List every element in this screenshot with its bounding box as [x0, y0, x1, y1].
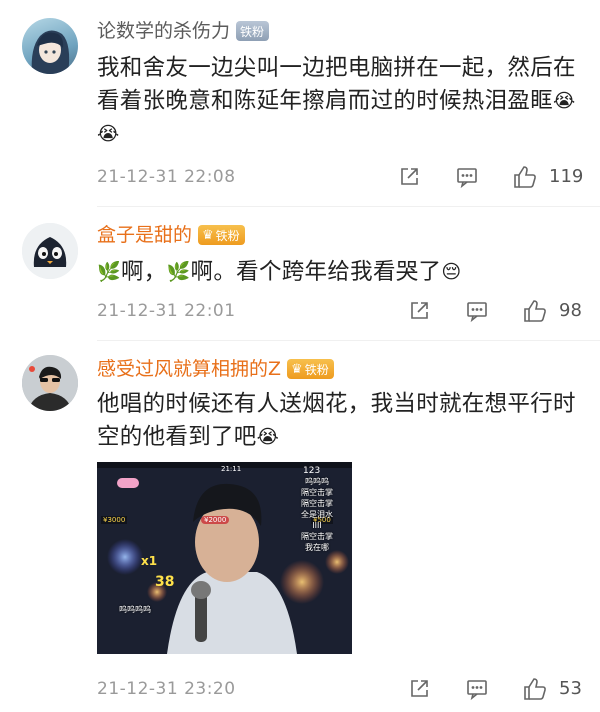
- comment-meta: 21-12-31 22:08 119: [97, 163, 587, 191]
- barrage-column: 呜呜呜 隔空击掌 隔空击掌 全是泪水 IIII 隔空击掌 我在哪: [287, 476, 347, 553]
- badge-label: 铁粉: [304, 362, 329, 377]
- share-icon[interactable]: [407, 677, 431, 701]
- share-icon[interactable]: [397, 165, 421, 189]
- live-badge: [117, 478, 139, 488]
- barrage-line: 呜呜呜: [305, 477, 329, 486]
- comment-icon[interactable]: [455, 165, 479, 189]
- timestamp: 21-12-31 23:20: [97, 679, 236, 699]
- gift-price: ¥2000: [201, 516, 230, 524]
- username[interactable]: 论数学的杀伤力: [97, 17, 230, 45]
- video-thumbnail[interactable]: 21:11 123 ¥3000 ¥2000 ¥500 x1 38 呜呜呜 隔空击…: [97, 462, 352, 654]
- barrage-line: 全是泪水: [301, 510, 333, 519]
- like-icon[interactable]: [513, 165, 539, 189]
- comment-body: 他唱的时候还有人送烟花，我当时就在想平行时空的他看到了吧: [97, 391, 576, 450]
- avatar[interactable]: [22, 355, 78, 411]
- share-icon[interactable]: [407, 299, 431, 323]
- sad-face-emoji-icon: 😔: [441, 261, 462, 283]
- barrage-line: IIII: [312, 521, 322, 530]
- username[interactable]: 感受过风就算相拥的Z: [97, 355, 281, 383]
- crown-icon: ♛: [291, 361, 303, 377]
- avatar[interactable]: [22, 223, 78, 279]
- username[interactable]: 盒子是甜的: [97, 221, 192, 249]
- fan-badge: ♛ 铁粉: [287, 359, 334, 379]
- like-icon[interactable]: [523, 299, 549, 323]
- barrage-line: 我在哪: [305, 543, 329, 552]
- leaf-emoji-icon: 🌿: [97, 261, 121, 283]
- barrage-line: 隔空击掌: [301, 499, 333, 508]
- comment-text: 他唱的时候还有人送烟花，我当时就在想平行时空的他看到了吧😭: [97, 388, 577, 454]
- comment-meta: 21-12-31 23:20 53: [97, 675, 587, 703]
- video-clock: 21:11: [221, 465, 242, 473]
- like-count: 53: [559, 678, 582, 699]
- timestamp: 21-12-31 22:01: [97, 301, 236, 321]
- fan-badge: 铁粉: [236, 21, 270, 41]
- like-count: 98: [559, 300, 582, 321]
- like-count: 119: [549, 166, 584, 187]
- badge-label: 铁粉: [215, 228, 240, 243]
- crying-emoji-icon: 😭: [97, 123, 120, 145]
- barrage-line: 呜呜呜呜: [119, 605, 151, 614]
- barrage-line: 隔空击掌: [301, 532, 333, 541]
- badge-label: 铁粉: [240, 24, 265, 39]
- viewer-count: 123: [303, 466, 321, 476]
- like-icon[interactable]: [523, 677, 549, 701]
- comment-text: 我和舍友一边尖叫一边把电脑拼在一起，然后在看着张晚意和陈延年擦肩而过的时候热泪盈…: [97, 52, 577, 151]
- crown-icon: ♛: [202, 227, 214, 243]
- timestamp: 21-12-31 22:08: [97, 167, 236, 187]
- barrage-line: 隔空击掌: [301, 488, 333, 497]
- gift-price: ¥3000: [101, 516, 128, 524]
- fan-badge: ♛ 铁粉: [198, 225, 245, 245]
- comment-icon[interactable]: [465, 677, 489, 701]
- comment-body: 我和舍友一边尖叫一边把电脑拼在一起，然后在看着张晚意和陈延年擦肩而过的时候热泪盈…: [97, 55, 576, 114]
- comment-item: 感受过风就算相拥的Z ♛ 铁粉 他唱的时候还有人送烟花，我当时就在想平行时空的他看…: [0, 341, 600, 712]
- crying-emoji-icon: 😭: [553, 90, 576, 112]
- avatar[interactable]: [22, 18, 78, 74]
- comment-body-part: 啊。看个跨年给我看哭了: [190, 259, 442, 285]
- comment-body-part: 啊，: [120, 259, 167, 285]
- comment-meta: 21-12-31 22:01 98: [97, 297, 587, 325]
- leaf-emoji-icon: 🌿: [166, 261, 191, 283]
- comment-text: 🌿啊，🌿啊。看个跨年给我看哭了😔: [97, 256, 577, 289]
- crying-emoji-icon: 😭: [256, 426, 280, 448]
- combo-multiplier: x1: [141, 554, 158, 568]
- comment-item: 论数学的杀伤力 铁粉 我和舍友一边尖叫一边把电脑拼在一起，然后在看着张晚意和陈延…: [0, 0, 600, 205]
- comment-icon[interactable]: [465, 299, 489, 323]
- combo-multiplier: 38: [155, 574, 175, 590]
- comment-item: 盒子是甜的 ♛ 铁粉 🌿啊，🌿啊。看个跨年给我看哭了😔 21-12-31 22:0…: [0, 207, 600, 342]
